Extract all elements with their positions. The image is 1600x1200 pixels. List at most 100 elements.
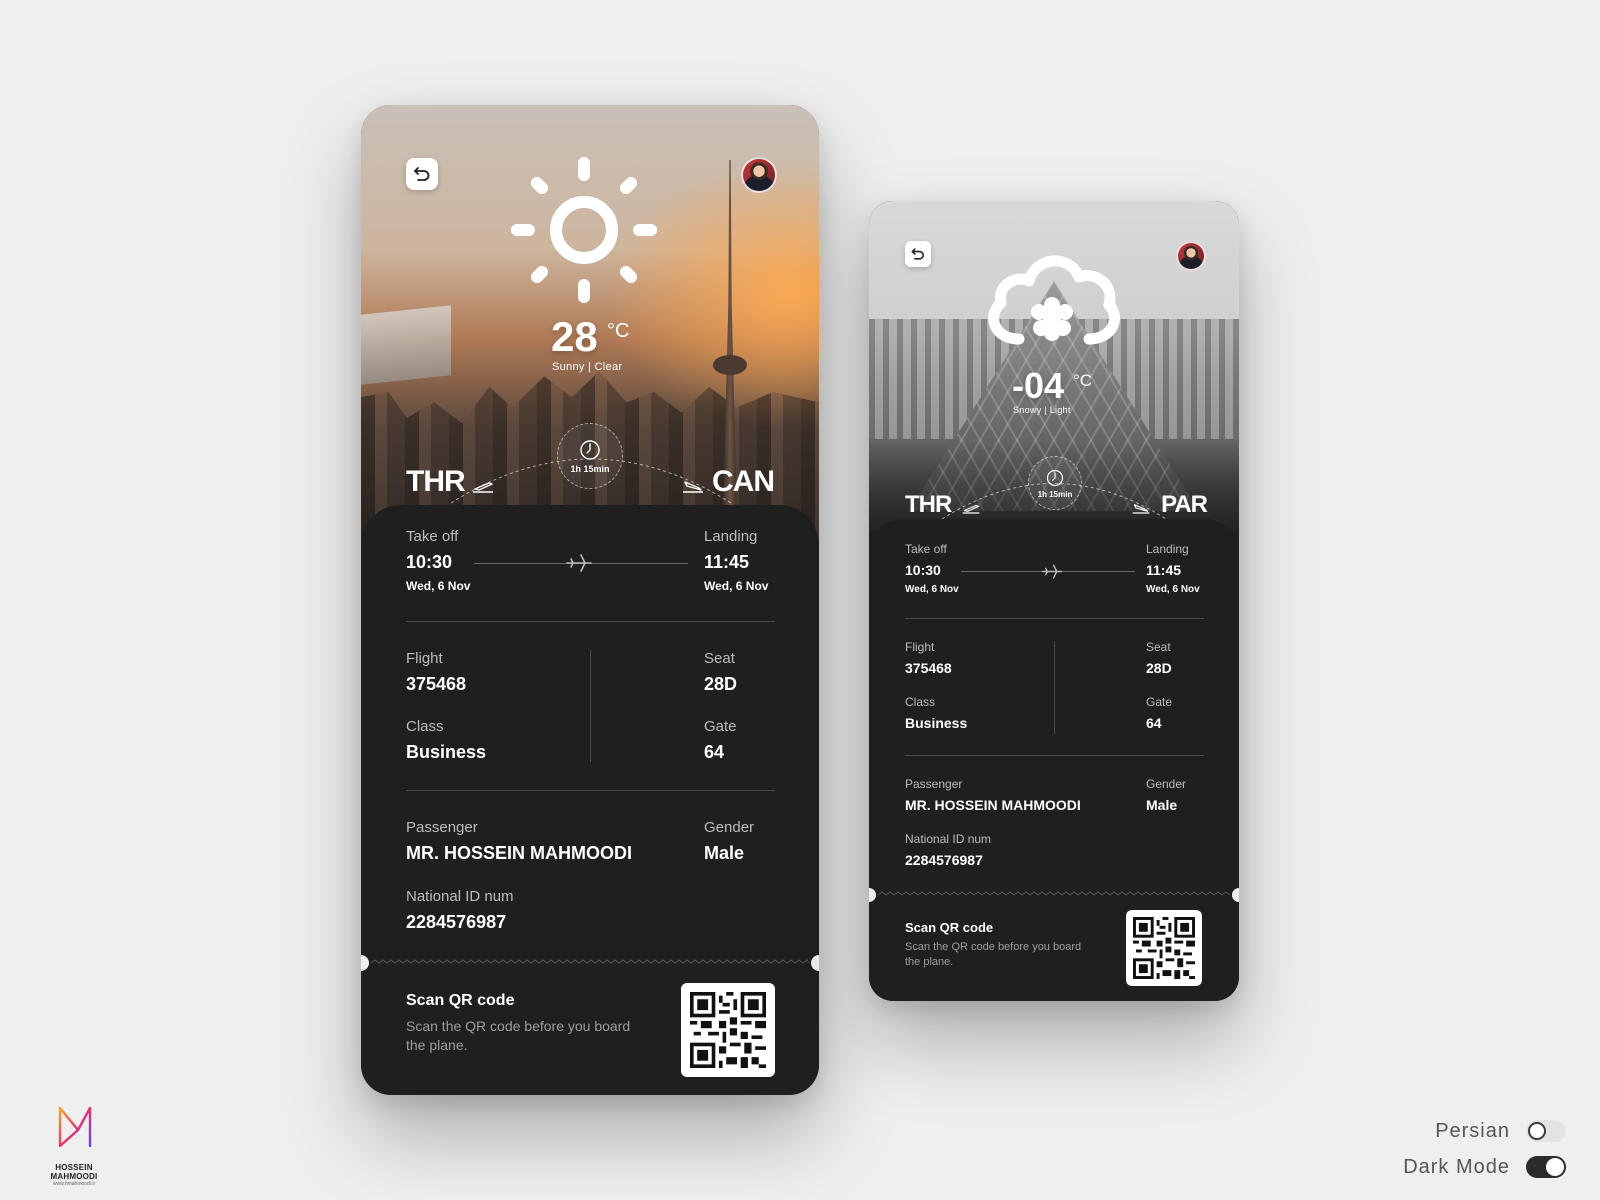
flight-label: Flight	[905, 640, 935, 654]
persian-toggle[interactable]	[1526, 1120, 1566, 1142]
back-button[interactable]	[905, 241, 931, 267]
landing-time: 11:45	[1146, 562, 1182, 578]
qr-description: Scan the QR code before you board the pl…	[406, 1018, 631, 1053]
qr-code[interactable]	[681, 983, 775, 1077]
class-label: Class	[905, 695, 936, 709]
class-value: Business	[406, 742, 487, 762]
gate-label: Gate	[1146, 695, 1173, 709]
flight-label: Flight	[406, 650, 443, 667]
divider-vertical	[1054, 641, 1055, 734]
temperature-value: -04	[1012, 365, 1065, 406]
hm-logo-icon	[58, 1106, 92, 1148]
ticket-perforation	[869, 888, 1239, 902]
user-avatar[interactable]	[741, 157, 777, 193]
clock-icon	[580, 440, 600, 460]
flight-duration: 1h 15min	[1037, 489, 1073, 499]
qr-code-icon	[1133, 917, 1195, 979]
gate-label: Gate	[704, 718, 737, 735]
seat-value: 28D	[1146, 660, 1172, 676]
national-id-value: 2284576987	[905, 852, 983, 868]
boarding-pass-card-par: -04 °C Snowy | Light 1h 15min THR PAR Ta…	[869, 201, 1239, 1001]
takeoff-plane-icon	[962, 504, 980, 514]
class-value: Business	[905, 715, 968, 731]
gender-value: Male	[704, 843, 745, 863]
takeoff-plane-icon	[473, 482, 493, 493]
divider	[905, 755, 1204, 756]
takeoff-time: 10:30	[406, 552, 453, 572]
brand-name: HOSSEIN MAHMOODI	[50, 1163, 98, 1181]
brand-logo: HOSSEIN MAHMOODI www.hmahmoodi.ir	[34, 1100, 114, 1187]
toggle-knob	[1528, 1122, 1546, 1140]
clock-icon	[1046, 469, 1064, 486]
national-id-value: 2284576987	[406, 912, 507, 932]
gate-value: 64	[704, 742, 725, 762]
boarding-pass-card-can: 28 °C Sunny | Clear 1h 15min THR CAN Tak…	[361, 105, 819, 1095]
landing-plane-icon	[683, 481, 703, 493]
qr-code-icon	[690, 992, 766, 1068]
seat-label: Seat	[1146, 640, 1171, 654]
landing-label: Landing	[704, 528, 758, 545]
airplane-icon	[1041, 564, 1063, 579]
landing-time: 11:45	[704, 552, 750, 572]
qr-title: Scan QR code	[905, 920, 994, 935]
brand-url: www.hmahmoodi.ir	[52, 1181, 96, 1187]
origin-airport-code: THR	[905, 491, 952, 518]
dark-mode-toggle[interactable]	[1526, 1156, 1566, 1178]
gender-label: Gender	[704, 819, 755, 836]
seat-label: Seat	[704, 650, 735, 667]
passenger-name: MR. HOSSEIN MAHMOODI	[406, 843, 633, 863]
qr-title: Scan QR code	[406, 992, 515, 1009]
flight-duration-badge: 1h 15min	[1028, 456, 1082, 510]
dark-mode-setting: Dark Mode	[1403, 1149, 1566, 1185]
destination-airport-code: PAR	[1161, 491, 1208, 518]
landing-date: Wed, 6 Nov	[704, 579, 769, 593]
gender-value: Male	[1146, 797, 1178, 813]
airplane-icon	[566, 554, 592, 572]
takeoff-date: Wed, 6 Nov	[905, 584, 959, 595]
national-id-label: National ID num	[905, 832, 992, 846]
divider	[406, 621, 775, 622]
divider	[905, 618, 1204, 619]
passenger-label: Passenger	[905, 777, 963, 791]
landing-plane-icon	[1132, 504, 1150, 514]
weather-condition: Sunny | Clear	[552, 361, 623, 373]
divider-vertical	[590, 650, 591, 762]
takeoff-label: Take off	[905, 542, 947, 556]
passenger-label: Passenger	[406, 819, 478, 836]
dark-mode-label: Dark Mode	[1403, 1155, 1510, 1178]
flight-number: 375468	[406, 674, 467, 694]
back-arrow-icon	[414, 167, 430, 181]
temperature-value: 28	[551, 313, 598, 360]
snow-cloud-icon	[988, 255, 1120, 345]
back-arrow-icon	[911, 248, 924, 260]
temperature-unit: °C	[1073, 371, 1093, 390]
flight-duration: 1h 15min	[570, 464, 610, 474]
landing-date: Wed, 6 Nov	[1146, 584, 1200, 595]
ticket-perforation	[361, 955, 819, 971]
persian-setting: Persian	[1403, 1113, 1566, 1149]
gate-value: 64	[1146, 715, 1162, 731]
temperature-unit: °C	[607, 320, 630, 342]
back-button[interactable]	[406, 158, 438, 190]
qr-code[interactable]	[1126, 910, 1202, 986]
flight-number: 375468	[905, 660, 952, 676]
sun-icon	[511, 157, 657, 303]
takeoff-date: Wed, 6 Nov	[406, 579, 471, 593]
flight-duration-badge: 1h 15min	[557, 423, 623, 489]
origin-airport-code: THR	[406, 465, 466, 498]
seat-value: 28D	[704, 674, 738, 694]
persian-label: Persian	[1435, 1119, 1510, 1142]
user-avatar[interactable]	[1176, 241, 1206, 271]
gender-label: Gender	[1146, 777, 1187, 791]
landing-label: Landing	[1146, 542, 1189, 556]
qr-description: Scan the QR code before you board the pl…	[905, 941, 1082, 968]
weather-condition: Snowy | Light	[1013, 405, 1071, 415]
destination-airport-code: CAN	[712, 465, 775, 498]
passenger-name: MR. HOSSEIN MAHMOODI	[905, 797, 1081, 813]
takeoff-label: Take off	[406, 528, 459, 545]
takeoff-time: 10:30	[905, 562, 941, 578]
class-label: Class	[406, 718, 444, 735]
national-id-label: National ID num	[406, 888, 514, 905]
settings-panel: Persian Dark Mode	[1403, 1113, 1566, 1185]
divider	[406, 790, 775, 791]
